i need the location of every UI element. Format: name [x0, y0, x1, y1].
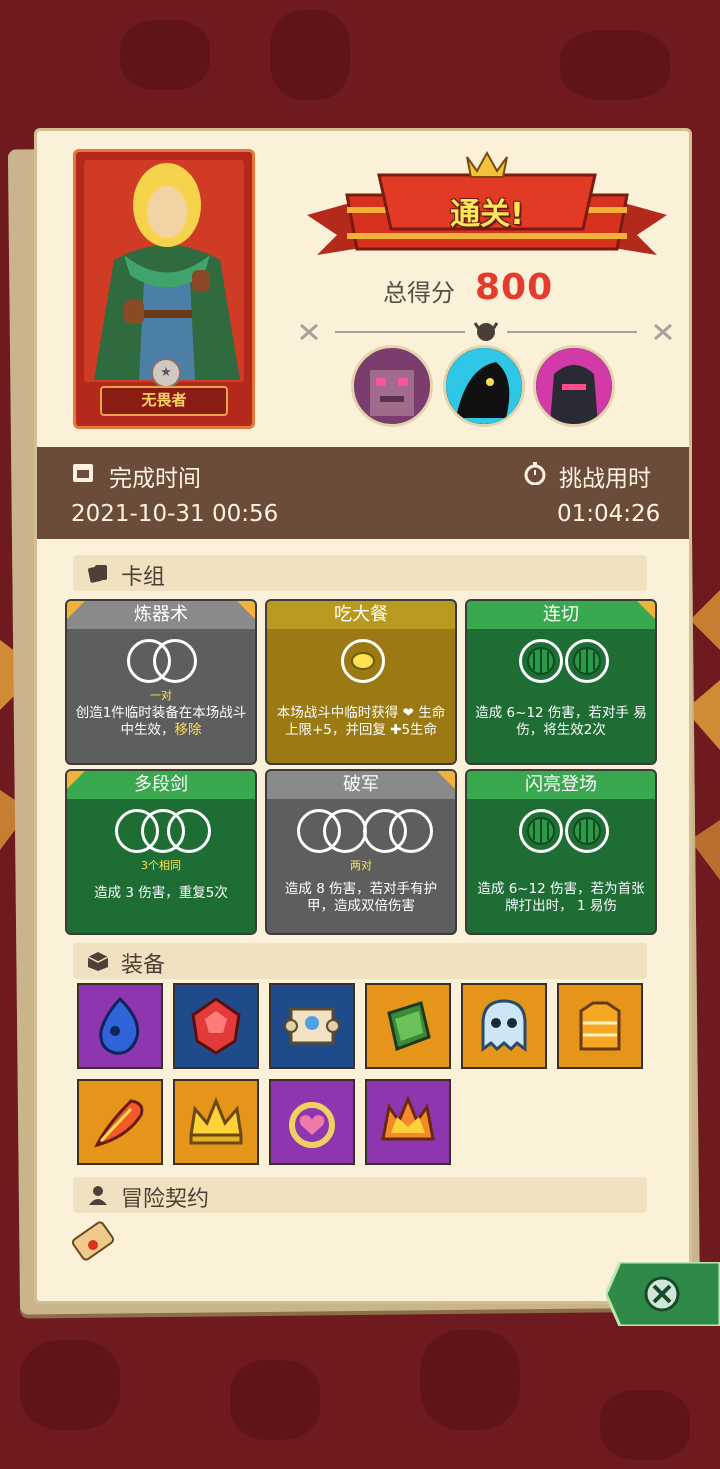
hero-illustration: [94, 163, 240, 380]
green-book-icon[interactable]: [365, 983, 451, 1069]
scroll-icon[interactable]: [269, 983, 355, 1069]
card-name: 炼器术: [67, 601, 255, 629]
equipment-section-header: 装备: [73, 943, 647, 979]
card-description: 造成 3 伤害，重复5次: [94, 885, 228, 901]
fire-feather-icon[interactable]: [77, 1079, 163, 1165]
victory-banner: 通关!: [450, 197, 524, 232]
knit-sweater-icon[interactable]: [557, 983, 643, 1069]
bg-shape: [270, 10, 350, 100]
card-corner: [67, 601, 85, 619]
dice-slots: [467, 639, 655, 685]
stats-band: 完成时间 挑战用时 2021-10-31 00:56 01:04:26: [37, 447, 689, 539]
person-icon: [89, 1186, 107, 1205]
lemon-icon: [351, 652, 375, 670]
card-multi-sword[interactable]: 多段剑 3个相同 造成 3 伤害，重复5次: [65, 769, 257, 935]
card-description: 本场战斗中临时获得 ❤ 生命上限+5，并回复 ✚5生命: [276, 705, 446, 738]
card-name: 吃大餐: [267, 601, 455, 629]
slot-requirement: 3个相同: [141, 859, 181, 872]
finish-time-label: 完成时间: [109, 466, 201, 492]
card-corner: [237, 601, 255, 619]
card-desc-keyword: 移除: [174, 722, 202, 738]
deck-title: 卡组: [121, 565, 166, 590]
dice-slot: [341, 639, 385, 683]
card-corner: [437, 771, 455, 789]
contract-section-header: 冒险契约: [73, 1177, 647, 1213]
finish-time-value: 2021-10-31 00:56: [71, 501, 279, 527]
slot-requirement: 一对: [150, 689, 172, 702]
bg-shape: [230, 1360, 320, 1440]
results-panel: ★ 无畏者 通关! 总得分 800 完成时间 挑战用时 2021-10-31 0…: [34, 128, 692, 1304]
card-description: 造成 6~12 伤害，若为首张牌打出时， 1 易伤: [477, 881, 645, 914]
hero-portrait: [84, 160, 244, 382]
card-combo-slash[interactable]: 连切 造成 6~12 伤害，若对手 易伤，将生效2次: [465, 599, 657, 765]
contract-scroll-icon[interactable]: [67, 1217, 119, 1269]
dice-slot: [519, 809, 563, 853]
deck-section-header: 卡组: [73, 555, 647, 591]
rank-badge-icon: ★: [151, 358, 181, 388]
blue-flame-icon[interactable]: [77, 983, 163, 1069]
card-grand-entrance[interactable]: 闪亮登场 造成 6~12 伤害，若为首张牌打出时， 1 易伤: [465, 769, 657, 935]
card-name: 闪亮登场: [467, 771, 655, 799]
calendar-icon: [73, 464, 93, 482]
flame-crown-icon[interactable]: [365, 1079, 451, 1165]
card-corner: [67, 771, 85, 789]
red-gem-icon[interactable]: [173, 983, 259, 1069]
heart-wreath-icon[interactable]: [269, 1079, 355, 1165]
dice-slots: [467, 809, 655, 855]
watermelon-icon: [527, 817, 555, 845]
contract-title: 冒险契约: [121, 1187, 210, 1212]
card-name: 连切: [467, 601, 655, 629]
bg-shape: [20, 1340, 120, 1430]
dice-slot: [167, 809, 211, 853]
ornament-divider: [300, 322, 672, 341]
duration-value: 01:04:26: [557, 501, 661, 527]
bg-shape: [420, 1330, 520, 1430]
stopwatch-icon: [524, 462, 546, 485]
bg-shape: [600, 1390, 690, 1460]
boss-shadow-beast-icon[interactable]: [443, 345, 525, 427]
dice-slots: [267, 809, 455, 855]
dice-slot: [153, 639, 197, 683]
card-description: 造成 8 伤害，若对手有护甲，造成双倍伤害: [284, 881, 438, 914]
card-name: 多段剑: [67, 771, 255, 799]
dice-slot: [323, 809, 367, 853]
dice-slots: [67, 809, 255, 855]
score-label: 总得分: [383, 279, 455, 307]
dice-slot: [565, 639, 609, 683]
boss-dark-knight-icon[interactable]: [533, 345, 615, 427]
dice-slot: [565, 809, 609, 853]
hero-name: 无畏者: [100, 386, 228, 416]
cube-icon: [87, 952, 109, 971]
dice-slots: [267, 639, 455, 685]
card-alchemy[interactable]: 炼器术 一对 创造1件临时装备在本场战斗中生效，移除: [65, 599, 257, 765]
hero-card[interactable]: ★ 无畏者: [73, 149, 255, 429]
score-value: 800: [475, 267, 554, 308]
bg-shape: [120, 20, 210, 90]
ghost-slime-icon[interactable]: [461, 983, 547, 1069]
card-desc-text: 创造1件临时装备在本场战斗中生效，: [75, 705, 247, 738]
dice-slot: [389, 809, 433, 853]
dice-slot: [519, 639, 563, 683]
card-description: 创造1件临时装备在本场战斗中生效，移除: [75, 705, 247, 739]
boss-stone-golem-icon[interactable]: [351, 345, 433, 427]
watermelon-icon: [573, 817, 601, 845]
card-corner: [637, 601, 655, 619]
equipment-title: 装备: [121, 953, 166, 978]
duration-label: 挑战用时: [559, 466, 651, 492]
card-description: 造成 6~12 伤害，若对手 易伤，将生效2次: [475, 705, 647, 738]
card-break-army[interactable]: 破军 两对 造成 8 伤害，若对手有护甲，造成双倍伤害: [265, 769, 457, 935]
bg-shape: [560, 30, 670, 100]
close-button[interactable]: [606, 1262, 720, 1326]
watermelon-icon: [527, 647, 555, 675]
watermelon-icon: [573, 647, 601, 675]
dice-slots: [67, 639, 255, 685]
slot-requirement: 两对: [350, 859, 372, 872]
score-row: 总得分 800: [383, 267, 643, 311]
cards-icon: [88, 565, 107, 583]
card-name: 破军: [267, 771, 455, 799]
card-feast[interactable]: 吃大餐 本场战斗中临时获得 ❤ 生命上限+5，并回复 ✚5生命: [265, 599, 457, 765]
gold-crown-icon[interactable]: [173, 1079, 259, 1165]
